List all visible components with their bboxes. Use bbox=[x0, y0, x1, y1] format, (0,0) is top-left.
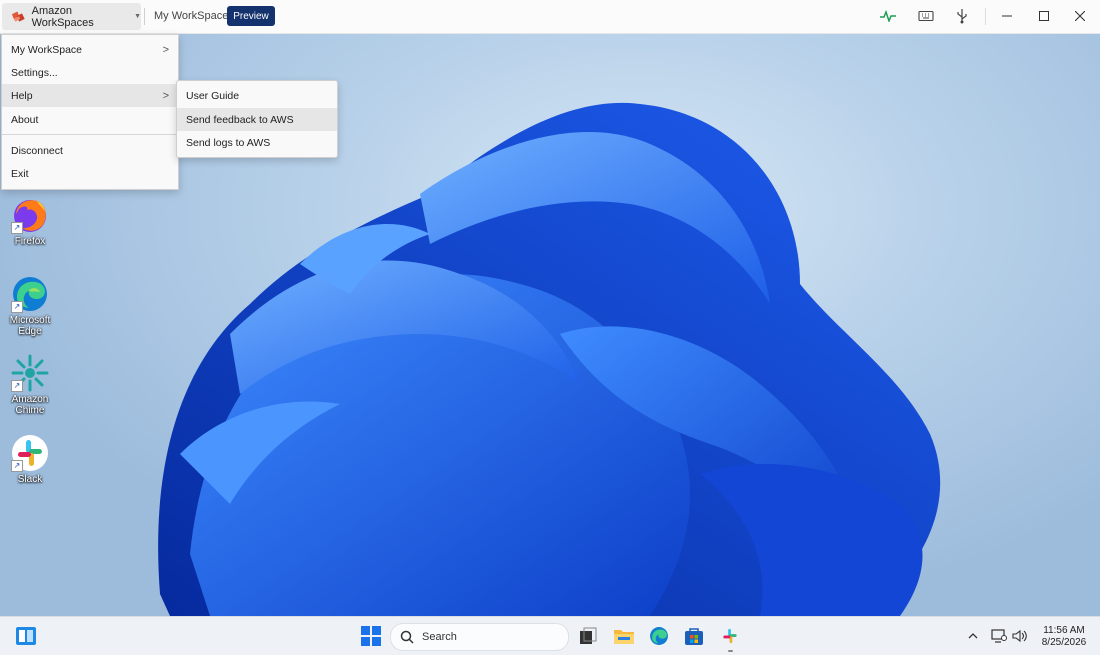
help-submenu: User Guide Send feedback to AWS Send log… bbox=[176, 80, 338, 158]
menu-item-label: About bbox=[11, 113, 39, 126]
desktop-icon-label: Microsoft Edge bbox=[9, 315, 51, 337]
app-dropdown-menu: My WorkSpace > Settings... Help > About … bbox=[1, 34, 179, 190]
menu-item-label: My WorkSpace bbox=[11, 43, 82, 56]
store-icon[interactable] bbox=[682, 624, 706, 648]
maximize-button[interactable] bbox=[1027, 6, 1061, 26]
usb-icon[interactable] bbox=[954, 8, 970, 24]
close-button[interactable] bbox=[1063, 6, 1097, 26]
firefox-icon: ↗ bbox=[11, 196, 49, 234]
start-icon[interactable] bbox=[359, 624, 383, 648]
clock-time: 11:56 AM bbox=[1043, 625, 1085, 636]
file-explorer-icon[interactable] bbox=[612, 624, 636, 648]
shortcut-arrow-icon: ↗ bbox=[11, 301, 23, 313]
menu-item-label: Settings... bbox=[11, 66, 58, 79]
preview-badge[interactable]: Preview bbox=[227, 6, 275, 26]
taskbar: Search 11:56 AM 8/25/2026 bbox=[0, 616, 1100, 655]
chevron-up-icon[interactable] bbox=[963, 624, 983, 648]
keyboard-icon[interactable] bbox=[918, 8, 934, 24]
desktop-icon-label: Firefox bbox=[14, 236, 46, 247]
menu-item-exit[interactable]: Exit bbox=[2, 162, 178, 185]
chevron-right-icon: > bbox=[162, 89, 169, 102]
workspaces-logo-icon bbox=[11, 11, 25, 22]
shortcut-arrow-icon: ↗ bbox=[11, 222, 23, 234]
chevron-right-icon: > bbox=[162, 43, 169, 56]
menu-item-send-logs[interactable]: Send logs to AWS bbox=[177, 131, 337, 154]
menu-item-label: Disconnect bbox=[11, 144, 63, 157]
menu-item-label: Send feedback to AWS bbox=[186, 113, 294, 126]
desktop-icon-edge[interactable]: ↗ Microsoft Edge bbox=[2, 275, 58, 337]
menu-item-send-feedback[interactable]: Send feedback to AWS bbox=[177, 108, 337, 131]
health-monitor-icon[interactable] bbox=[880, 8, 896, 24]
widgets-icon[interactable] bbox=[14, 624, 38, 648]
menu-item-label: Send logs to AWS bbox=[186, 136, 271, 149]
menu-item-label: Exit bbox=[11, 167, 29, 180]
volume-icon[interactable] bbox=[1010, 624, 1030, 648]
edge-icon: ↗ bbox=[11, 275, 49, 313]
close-icon bbox=[1075, 11, 1085, 21]
desktop-icon-firefox[interactable]: ↗ Firefox bbox=[2, 196, 58, 247]
search-icon bbox=[400, 630, 414, 644]
workspace-label: My WorkSpace bbox=[154, 10, 229, 22]
titlebar-divider bbox=[985, 8, 986, 25]
chevron-down-icon: ▼ bbox=[134, 13, 141, 20]
system-clock[interactable]: 11:56 AM 8/25/2026 bbox=[1036, 625, 1092, 649]
menu-item-user-guide[interactable]: User Guide bbox=[177, 84, 337, 107]
desktop-icon-label: Slack bbox=[17, 474, 43, 485]
search-placeholder: Search bbox=[422, 631, 457, 643]
slack-icon: ↗ bbox=[11, 434, 49, 472]
minimize-icon bbox=[1002, 15, 1012, 17]
running-indicator bbox=[728, 650, 733, 652]
edge-icon[interactable] bbox=[647, 624, 671, 648]
menu-item-help[interactable]: Help > bbox=[2, 84, 178, 107]
menu-item-disconnect[interactable]: Disconnect bbox=[2, 139, 178, 162]
chime-icon: ↗ bbox=[11, 354, 49, 392]
menu-item-about[interactable]: About bbox=[2, 108, 178, 131]
menu-item-settings[interactable]: Settings... bbox=[2, 61, 178, 84]
titlebar-divider bbox=[144, 8, 145, 25]
app-menu-button[interactable]: Amazon WorkSpaces ▼ bbox=[2, 3, 141, 30]
network-icon[interactable] bbox=[989, 624, 1009, 648]
desktop-icon-label: Amazon Chime bbox=[11, 394, 49, 416]
menu-item-label: Help bbox=[11, 89, 33, 102]
maximize-icon bbox=[1039, 11, 1049, 21]
menu-item-label: User Guide bbox=[186, 89, 240, 102]
clock-date: 8/25/2026 bbox=[1041, 637, 1087, 648]
shortcut-arrow-icon: ↗ bbox=[11, 380, 23, 392]
slack-icon[interactable] bbox=[718, 624, 742, 648]
menu-divider bbox=[2, 134, 178, 135]
menu-item-my-workspace[interactable]: My WorkSpace > bbox=[2, 38, 178, 61]
workspaces-titlebar: Amazon WorkSpaces ▼ My WorkSpace Preview bbox=[0, 0, 1100, 34]
shortcut-arrow-icon: ↗ bbox=[11, 460, 23, 472]
desktop-icon-chime[interactable]: ↗ Amazon Chime bbox=[2, 354, 58, 416]
app-name: Amazon WorkSpaces bbox=[31, 4, 94, 29]
taskbar-search-box[interactable]: Search bbox=[390, 623, 569, 651]
minimize-button[interactable] bbox=[990, 6, 1024, 26]
desktop-icon-slack[interactable]: ↗ Slack bbox=[2, 434, 58, 485]
task-view-icon[interactable] bbox=[576, 624, 600, 648]
